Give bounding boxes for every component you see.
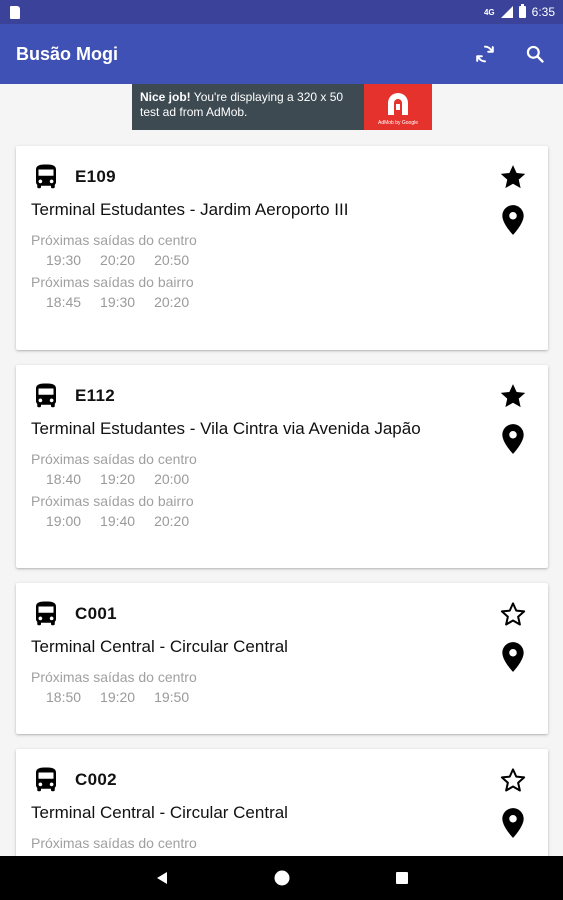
- center-departure-times: 18:40 19:20 20:00: [31, 471, 534, 487]
- departure-time: 18:40: [46, 471, 82, 487]
- route-name: Terminal Central - Circular Central: [31, 637, 288, 656]
- home-circle-icon: [274, 870, 289, 886]
- departure-time: 20:50: [154, 252, 190, 268]
- departure-time: 19:00: [46, 513, 82, 529]
- departure-time: 19:30: [46, 252, 82, 268]
- center-departures-label: Próximas saídas do centro: [31, 451, 197, 467]
- map-pin-icon[interactable]: [500, 204, 526, 236]
- signal-icon: [500, 6, 513, 18]
- star-outline-icon[interactable]: [498, 765, 528, 795]
- network-type: 4G: [483, 7, 495, 17]
- center-departures-label: Próximas saídas do centro: [31, 669, 197, 685]
- neighborhood-departure-times: 18:45 19:30 20:20: [31, 294, 534, 310]
- map-pin-icon[interactable]: [500, 807, 526, 839]
- departure-time: 19:30: [100, 294, 136, 310]
- bus-icon: [36, 383, 56, 408]
- neighborhood-departure-times: 19:00 19:40 20:20: [31, 513, 534, 529]
- bus-icon: [36, 164, 56, 189]
- refresh-button[interactable]: [473, 42, 497, 66]
- recents-button[interactable]: [390, 866, 414, 890]
- departure-time: 20:00: [154, 471, 190, 487]
- star-filled-icon[interactable]: [498, 381, 528, 411]
- departure-time: 19:20: [100, 689, 136, 705]
- line-code: E109: [75, 167, 116, 186]
- neighborhood-departures-label: Próximas saídas do bairro: [31, 493, 194, 509]
- route-name: Terminal Estudantes - Jardim Aeroporto I…: [31, 200, 349, 219]
- ad-banner[interactable]: Nice job! You're displaying a 320 x 50 t…: [132, 84, 432, 130]
- neighborhood-departures-label: Próximas saídas do bairro: [31, 274, 194, 290]
- admob-brand: AdMob by Google: [377, 120, 419, 126]
- center-departures-label: Próximas saídas do centro: [31, 232, 197, 248]
- bus-icon: [36, 767, 56, 792]
- app-title: Busão Mogi: [16, 43, 118, 64]
- star-outline-icon[interactable]: [498, 599, 528, 629]
- ad-bold-text: Nice job!: [140, 90, 191, 104]
- admob-logo: AdMob by Google: [364, 84, 432, 130]
- line-code: C001: [75, 604, 117, 623]
- departure-time: 18:45: [46, 294, 82, 310]
- bus-line-card[interactable]: E109 Terminal Estudantes - Jardim Aeropo…: [16, 146, 548, 350]
- bus-line-card[interactable]: E112 Terminal Estudantes - Vila Cintra v…: [16, 365, 548, 568]
- bus-line-card[interactable]: C001 Terminal Central - Circular Central…: [16, 583, 548, 734]
- status-time: 6:35: [531, 5, 555, 19]
- departure-time: 19:50: [154, 689, 190, 705]
- search-button[interactable]: [523, 42, 547, 66]
- battery-icon: [518, 4, 526, 18]
- line-code: C002: [75, 770, 117, 789]
- departure-time: 20:20: [100, 252, 136, 268]
- departure-time: 19:20: [100, 471, 136, 487]
- bus-line-list: E109 Terminal Estudantes - Jardim Aeropo…: [16, 146, 548, 900]
- center-departure-times: 19:30 20:20 20:50: [31, 252, 534, 268]
- app-bar: Busão Mogi: [0, 24, 563, 84]
- back-triangle-icon: [156, 872, 167, 884]
- refresh-icon: [476, 45, 494, 63]
- status-bar: 4G 6:35: [0, 0, 563, 24]
- home-button[interactable]: [270, 866, 294, 890]
- center-departure-times: 18:50 19:20 19:50: [31, 689, 534, 705]
- departure-time: 18:50: [46, 689, 82, 705]
- recents-square-icon: [395, 872, 408, 884]
- center-departures-label: Próximas saídas do centro: [31, 835, 197, 851]
- route-name: Terminal Estudantes - Vila Cintra via Av…: [31, 419, 421, 438]
- sd-card-icon: [10, 5, 20, 19]
- navigation-bar: [0, 856, 563, 900]
- map-pin-icon[interactable]: [500, 423, 526, 455]
- line-code: E112: [75, 386, 115, 405]
- map-pin-icon[interactable]: [500, 641, 526, 673]
- back-button[interactable]: [150, 866, 174, 890]
- search-icon: [526, 45, 544, 63]
- ad-text: Nice job! You're displaying a 320 x 50 t…: [132, 84, 364, 130]
- admob-icon: [388, 93, 408, 115]
- departure-time: 20:20: [154, 294, 190, 310]
- bus-icon: [36, 601, 56, 626]
- departure-time: 20:20: [154, 513, 190, 529]
- route-name: Terminal Central - Circular Central: [31, 803, 288, 822]
- star-filled-icon[interactable]: [498, 162, 528, 192]
- departure-time: 19:40: [100, 513, 136, 529]
